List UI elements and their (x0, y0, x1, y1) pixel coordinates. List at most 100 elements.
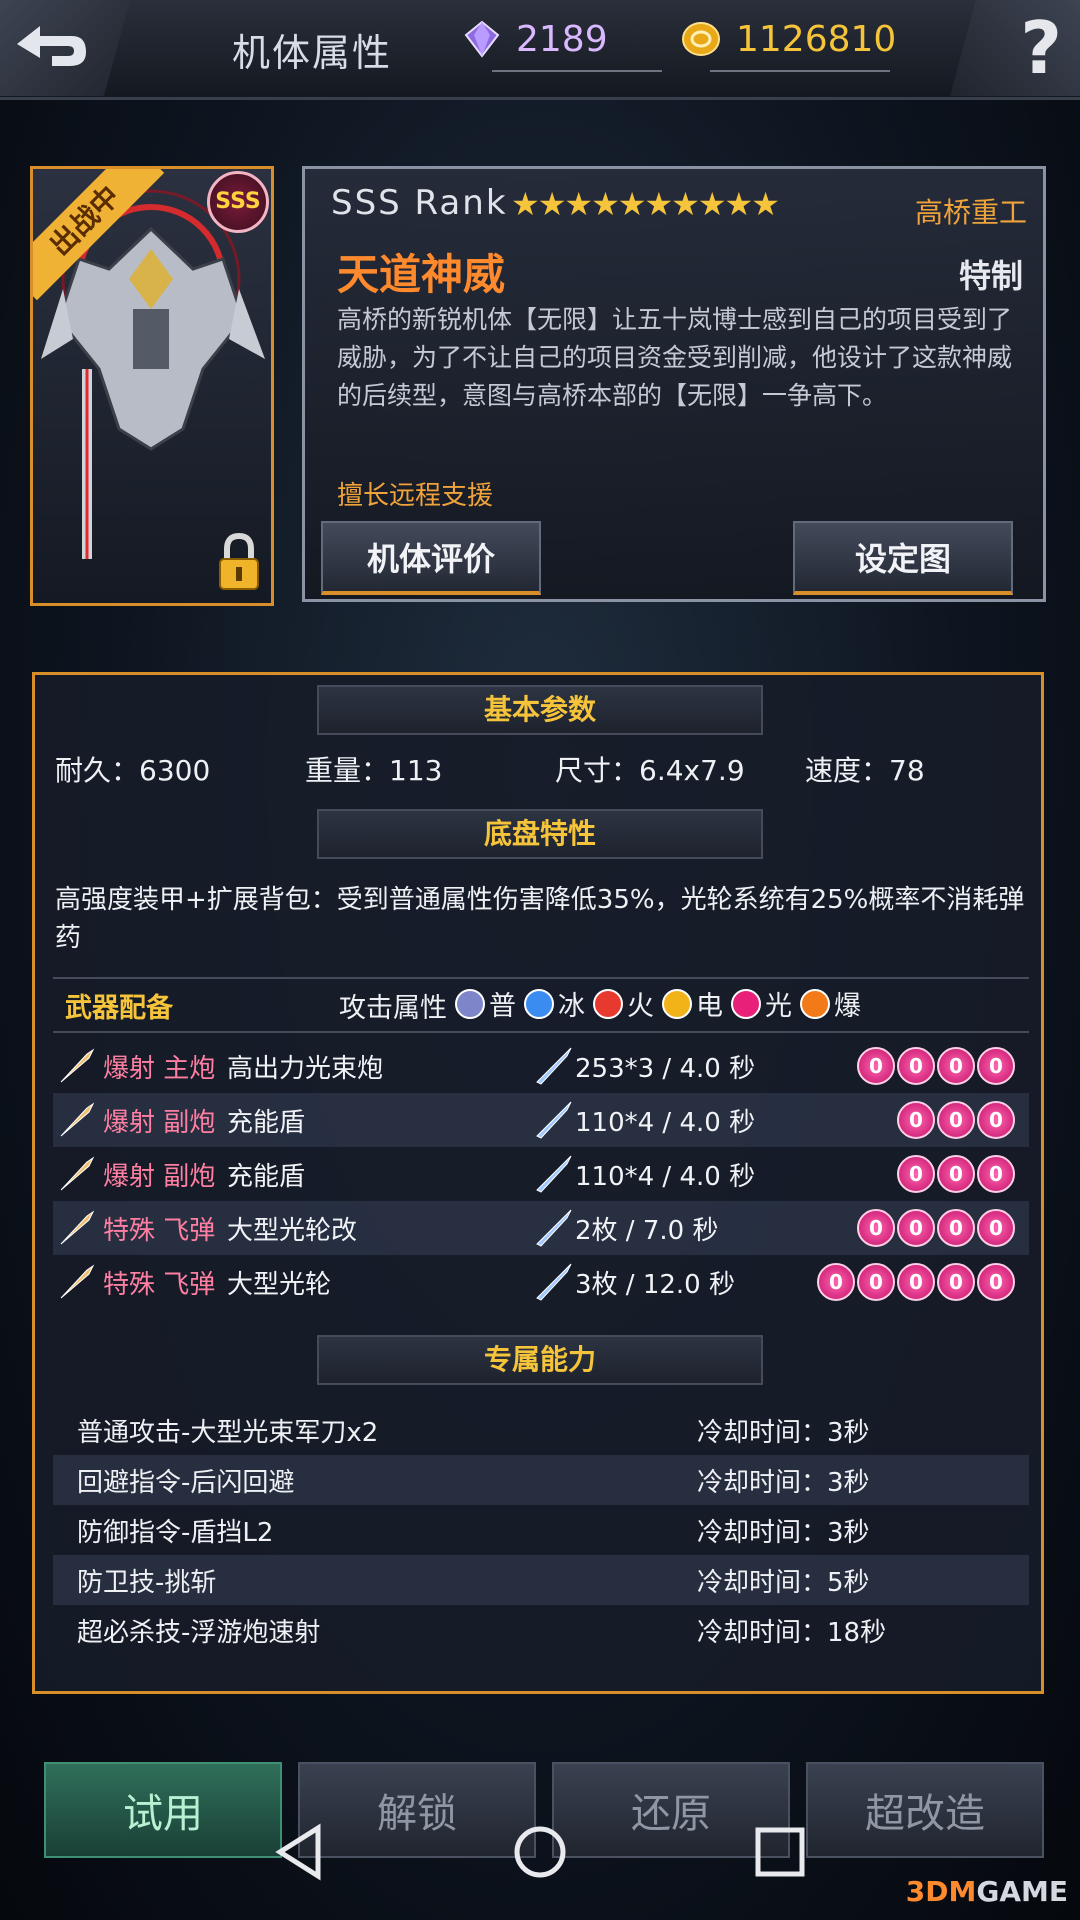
weapon-row[interactable]: 爆射 副炮 充能盾 110*4 / 4.0 秒000 (53, 1093, 1029, 1147)
light-gem-icon: 0 (937, 1155, 975, 1193)
nav-recents-icon[interactable] (750, 1822, 810, 1882)
weapon-type-icon (60, 1210, 95, 1245)
weapon-header: 武器配备 攻击属性 普 冰 火 电 光 爆 (53, 977, 1029, 1033)
light-gem-icon: 0 (897, 1101, 935, 1139)
element-icon (524, 988, 554, 1019)
element-icon (800, 988, 830, 1019)
weapon-slot-gems: 000 (895, 1155, 1015, 1193)
element-label: 电 (696, 991, 723, 1023)
weapon-type: 特殊 飞弹 (103, 1215, 216, 1246)
light-gem-icon: 0 (937, 1047, 975, 1085)
help-button[interactable]: ? (950, 0, 1080, 96)
chassis-description: 高强度装甲+扩展背包：受到普通属性伤害降低35%，光轮系统有25%概率不消耗弹药 (55, 885, 1025, 953)
light-gem-icon: 0 (897, 1209, 935, 1247)
nav-home-icon[interactable] (510, 1822, 570, 1882)
light-gem-icon: 0 (897, 1263, 935, 1301)
weapon-name: 大型光轮改 (227, 1215, 358, 1246)
nav-back-icon[interactable] (272, 1822, 332, 1882)
element-1: 冰 (524, 984, 585, 1023)
mech-description: 高桥的新锐机体【无限】让五十岚博士感到自己的项目受到了威胁，为了不让自己的项目资… (337, 305, 1013, 410)
gold-currency: 1126810 (680, 14, 900, 72)
light-gem-icon: 0 (897, 1155, 935, 1193)
weapon-damage: 110*4 / 4.0 秒 (575, 1161, 756, 1192)
specialty-tag: 擅长远程支援 (337, 481, 494, 511)
ability-name: 防御指令-盾挡L2 (77, 1517, 274, 1548)
weapon-row[interactable]: 爆射 主炮 高出力光束炮 253*3 / 4.0 秒0000 (53, 1039, 1029, 1093)
weapon-type: 爆射 副炮 (103, 1161, 216, 1192)
lock-icon (219, 532, 259, 590)
weapon-row[interactable]: 特殊 飞弹 大型光轮改 2枚 / 7.0 秒 0000 (53, 1201, 1029, 1255)
gold-coin-icon (682, 22, 720, 56)
weapon-slot-gems: 000 (895, 1101, 1015, 1139)
weapon-type: 特殊 飞弹 (103, 1269, 216, 1300)
element-3: 电 (662, 984, 723, 1023)
light-gem-icon: 0 (937, 1101, 975, 1139)
back-arrow-icon (17, 26, 86, 66)
light-gem-icon: 0 (937, 1263, 975, 1301)
element-icon (731, 988, 761, 1019)
durability-stat: 耐久：6300 (55, 754, 211, 787)
element-icon (593, 988, 623, 1019)
element-legend: 普冰火电光爆 (447, 984, 861, 1026)
light-gem-icon: 0 (817, 1263, 855, 1301)
back-button[interactable] (0, 0, 130, 96)
light-gem-icon: 0 (937, 1209, 975, 1247)
mech-info-panel: SSS Rank ★★★★★★★★★★ 高桥重工 天道神威 特制 高桥的新锐机体… (302, 166, 1046, 602)
weapon-damage: 2枚 / 7.0 秒 (575, 1215, 719, 1246)
chassis-header: 底盘特性 (317, 809, 763, 859)
rank-stars: ★★★★★★★★★★ (511, 185, 780, 223)
ability-list: 普通攻击-大型光束军刀x2 冷却时间：3秒 回避指令-后闪回避 冷却时间：3秒 防御指令… (53, 1405, 1029, 1655)
light-gem-icon: 0 (977, 1209, 1015, 1247)
watermark-suffix: GAME (976, 1875, 1068, 1908)
concept-art-button[interactable]: 设定图 (793, 521, 1013, 595)
rank-label: SSS Rank (331, 183, 508, 223)
ability-name: 防卫技-挑斩 (77, 1567, 217, 1598)
watermark: 3DMGAME (906, 1875, 1068, 1908)
weapon-row[interactable]: 特殊 飞弹 大型光轮 3枚 / 12.0 秒 00000 (53, 1255, 1029, 1309)
ability-row: 防御指令-盾挡L2 冷却时间：3秒 (53, 1505, 1029, 1555)
weapon-name: 充能盾 (227, 1107, 306, 1138)
page-title: 机体属性 (232, 31, 393, 75)
ability-cooldown: 冷却时间：5秒 (697, 1567, 870, 1598)
stats-panel: 基本参数 耐久：6300 重量：113 尺寸：6.4x7.9 速度：78 底盘特… (32, 672, 1044, 1694)
light-gem-icon: 0 (977, 1263, 1015, 1301)
element-label: 火 (627, 991, 654, 1023)
manufacturer: 高桥重工 (914, 196, 1027, 229)
light-gem-icon: 0 (977, 1101, 1015, 1139)
weapon-type: 爆射 主炮 (103, 1053, 216, 1084)
diamond-icon (464, 20, 500, 58)
weapon-name: 大型光轮 (227, 1269, 332, 1300)
question-mark-icon: ? (1020, 6, 1062, 90)
light-gem-icon: 0 (977, 1155, 1015, 1193)
element-label: 普 (489, 991, 516, 1023)
weapon-type-icon (60, 1264, 95, 1299)
weapon-name: 充能盾 (227, 1161, 306, 1192)
weapon-damage: 3枚 / 12.0 秒 (575, 1269, 735, 1300)
rank-badge: SSS (207, 171, 269, 233)
element-icon (662, 988, 692, 1019)
ability-row: 普通攻击-大型光束军刀x2 冷却时间：3秒 (53, 1405, 1029, 1455)
mech-review-button[interactable]: 机体评价 (321, 521, 541, 595)
gold-underline (710, 70, 890, 72)
weapon-list[interactable]: 爆射 主炮 高出力光束炮 253*3 / 4.0 秒 0 0 0 0 爆射 副炮 充能盾 110*… (53, 1039, 1029, 1319)
ability-name: 超必杀技-浮游炮速射 (77, 1617, 321, 1648)
top-bar: 机体属性 2189 1126810 ? (0, 0, 1080, 100)
light-gem-icon: 0 (857, 1047, 895, 1085)
weapon-slot-gems: 0000 (855, 1209, 1015, 1247)
abilities-header: 专属能力 (317, 1335, 763, 1385)
weapon-name: 高出力光束炮 (227, 1053, 384, 1084)
sword-icon (536, 1155, 572, 1193)
ability-name: 普通攻击-大型光束军刀x2 (77, 1417, 379, 1448)
element-icon (455, 988, 485, 1019)
ability-row: 回避指令-后闪回避 冷却时间：3秒 (53, 1455, 1029, 1505)
mech-portrait-card[interactable]: 出战中 SSS (30, 166, 274, 606)
weapon-slot-gems: 00000 (815, 1263, 1015, 1301)
ability-name: 回避指令-后闪回避 (77, 1467, 295, 1498)
basic-params-header: 基本参数 (317, 685, 763, 735)
weapon-row[interactable]: 爆射 副炮 充能盾 110*4 / 4.0 秒000 (53, 1147, 1029, 1201)
element-label: 爆 (834, 991, 861, 1023)
size-stat: 尺寸：6.4x7.9 (555, 754, 745, 787)
element-0: 普 (455, 984, 516, 1023)
weight-stat: 重量：113 (305, 754, 443, 787)
ability-cooldown: 冷却时间：18秒 (697, 1617, 887, 1648)
